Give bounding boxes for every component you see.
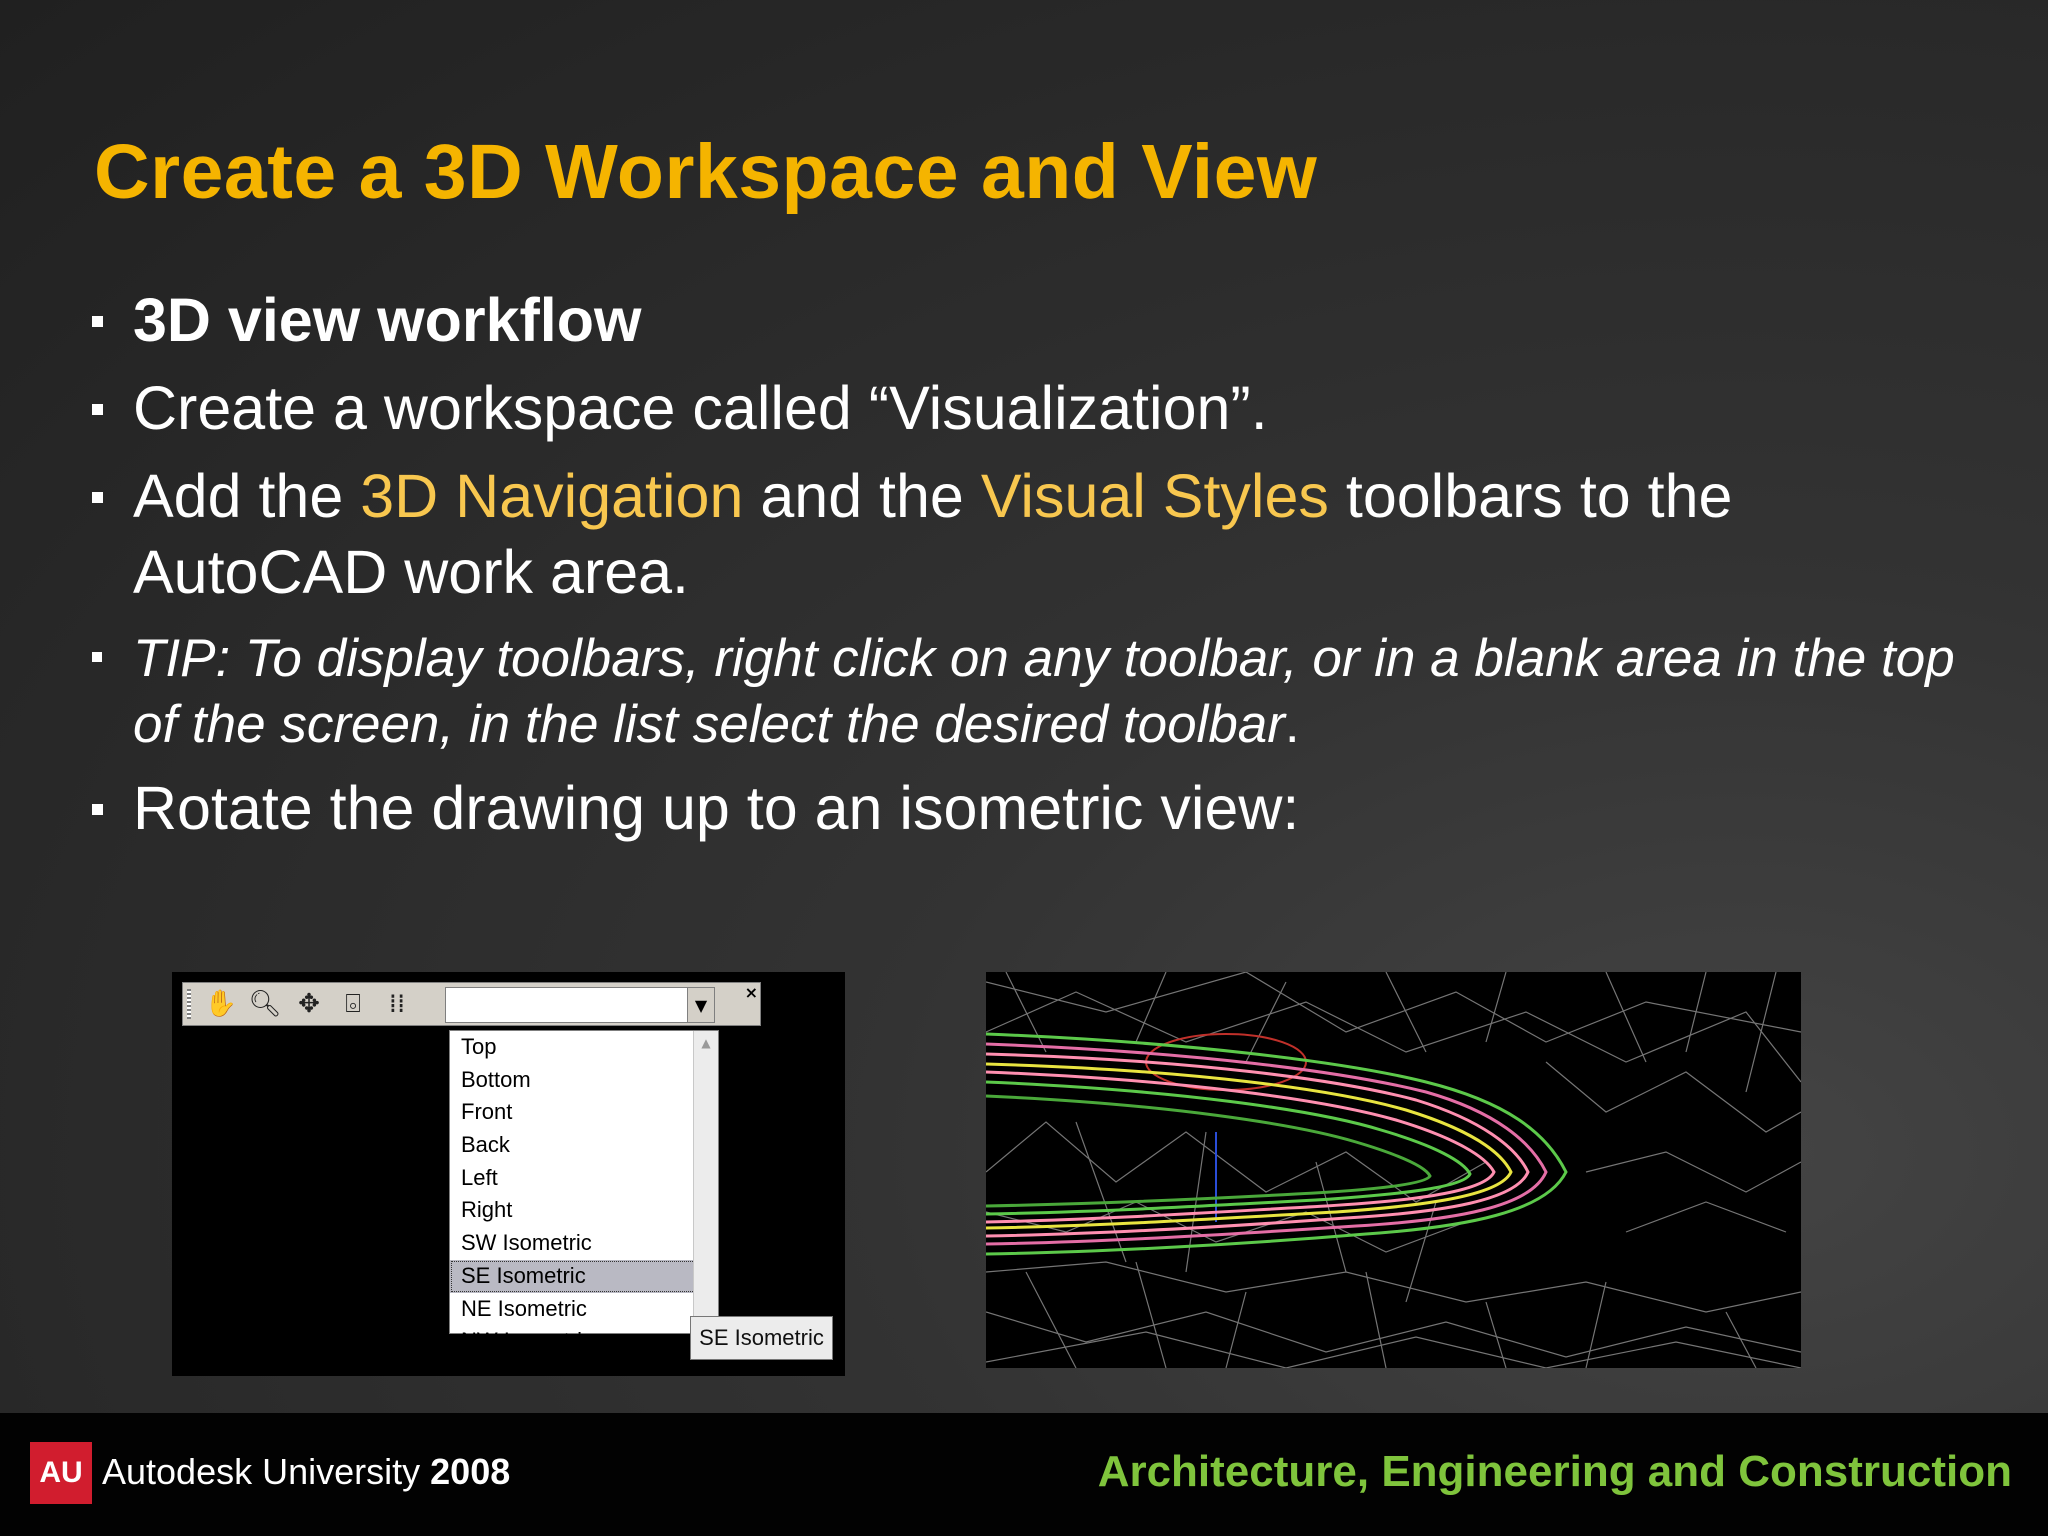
highlight-visual-styles: Visual Styles: [980, 462, 1329, 530]
bullet-create-workspace: Create a workspace called “Visualization…: [90, 370, 1990, 446]
pan-icon[interactable]: ✋: [201, 987, 241, 1021]
camera-icon[interactable]: ⌻: [333, 987, 373, 1021]
tooltip: SE Isometric: [690, 1316, 833, 1360]
dropdown-item-bottom[interactable]: Bottom: [450, 1064, 718, 1097]
dropdown-scrollbar[interactable]: ▲: [693, 1031, 718, 1333]
footer-brand: Autodesk University 2008: [102, 1451, 510, 1493]
tip-text: TIP: To display toolbars, right click on…: [133, 629, 1955, 754]
scroll-up-icon[interactable]: ▲: [694, 1031, 718, 1055]
bullet-list: 3D view workflow Create a workspace call…: [90, 282, 1990, 858]
dropdown-item-back[interactable]: Back: [450, 1129, 718, 1162]
footer-bar: AU Autodesk University 2008 Architecture…: [0, 1413, 2048, 1536]
navigation-toolbar: ✋ 🔍︎ ✥ ⌻ ⁞⁞ ▼ ×: [182, 982, 761, 1026]
orbit-icon[interactable]: ✥: [289, 987, 329, 1021]
dropdown-item-sw-isometric[interactable]: SW Isometric: [450, 1227, 718, 1260]
dropdown-item-se-isometric[interactable]: SE Isometric: [450, 1259, 718, 1293]
toolbar-screenshot: ✋ 🔍︎ ✥ ⌻ ⁞⁞ ▼ × Top Bottom Front Back Le…: [172, 972, 845, 1376]
bullet-tip: TIP: To display toolbars, right click on…: [90, 626, 1990, 758]
view-dropdown-list: Top Bottom Front Back Left Right SW Isom…: [449, 1030, 719, 1353]
au-logo: AU: [30, 1442, 92, 1504]
slide-title: Create a 3D Workspace and View: [94, 129, 1318, 215]
bullet-workflow: 3D view workflow: [90, 282, 1990, 358]
dropdown-item-top[interactable]: Top: [450, 1031, 718, 1064]
bullet-text: and the: [743, 462, 981, 530]
wireframe-screenshot: [986, 972, 1801, 1368]
close-icon[interactable]: ×: [745, 983, 758, 1002]
wireframe-image: [986, 972, 1801, 1368]
dropdown-item-ne-isometric[interactable]: NE Isometric: [450, 1293, 718, 1326]
brand-name: Autodesk University: [102, 1451, 421, 1492]
bullet-add-toolbars: Add the 3D Navigation and the Visual Sty…: [90, 458, 1990, 610]
footer-track: Architecture, Engineering and Constructi…: [1097, 1447, 2012, 1496]
tip-period: .: [1284, 695, 1300, 754]
highlight-3d-navigation: 3D Navigation: [360, 462, 744, 530]
toolbar-grip[interactable]: [187, 989, 191, 1019]
dropdown-item-front[interactable]: Front: [450, 1096, 718, 1129]
walk-icon[interactable]: ⁞⁞: [377, 987, 417, 1021]
chevron-down-icon[interactable]: ▼: [687, 988, 714, 1022]
brand-year: 2008: [430, 1451, 511, 1492]
bullet-text: Add the: [133, 462, 361, 530]
dropdown-item-nw-isometric[interactable]: NW Isometric: [450, 1325, 718, 1358]
bullet-rotate: Rotate the drawing up to an isometric vi…: [90, 770, 1990, 846]
view-combo[interactable]: ▼: [445, 987, 715, 1023]
dropdown-item-left[interactable]: Left: [450, 1162, 718, 1195]
dropdown-item-right[interactable]: Right: [450, 1194, 718, 1227]
zoom-icon[interactable]: 🔍︎: [245, 987, 285, 1021]
